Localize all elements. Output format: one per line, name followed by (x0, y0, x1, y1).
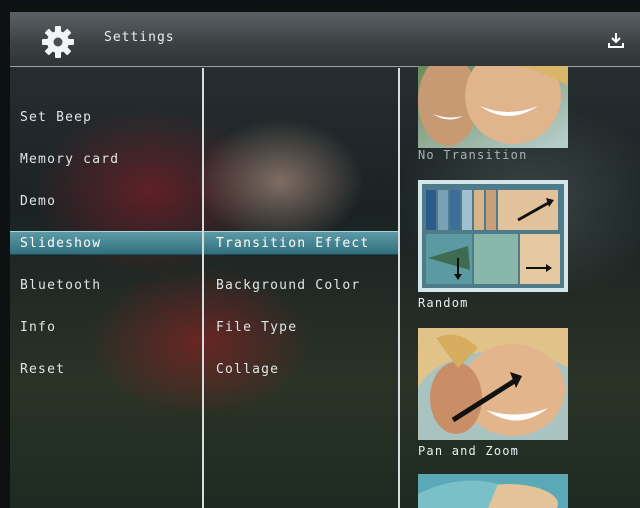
menu-item-set-beep[interactable]: Set Beep (10, 106, 202, 130)
submenu-item-file-type[interactable]: File Type (204, 316, 398, 340)
header-bar: Settings (10, 12, 640, 67)
menu-item-info[interactable]: Info (10, 316, 202, 340)
gear-icon (42, 26, 74, 58)
menu-item-bluetooth[interactable]: Bluetooth (10, 274, 202, 298)
frame-screen: Settings Set Beep Memory card Demo Slide… (10, 12, 640, 508)
thumbnail-no-transition[interactable] (418, 66, 568, 148)
menu-item-demo[interactable]: Demo (10, 190, 202, 214)
thumbnail-next[interactable] (418, 474, 568, 508)
menu-item-reset[interactable]: Reset (10, 358, 202, 382)
thumbnail-pan-and-zoom[interactable] (418, 328, 568, 440)
thumbnail-random[interactable] (418, 180, 568, 292)
submenu-item-transition-effect[interactable]: Transition Effect (204, 231, 398, 255)
submenu-item-background-color[interactable]: Background Color (204, 274, 398, 298)
transition-label-random: Random (418, 296, 469, 310)
transition-label-pan-and-zoom: Pan and Zoom (418, 444, 520, 458)
transition-label-no-transition: No Transition (418, 148, 528, 162)
column-divider (398, 68, 400, 508)
submenu-item-collage[interactable]: Collage (204, 358, 398, 382)
download-icon[interactable] (606, 30, 626, 50)
menu-item-memory-card[interactable]: Memory card (10, 148, 202, 172)
menu-item-slideshow[interactable]: Slideshow (10, 231, 202, 255)
page-title: Settings (104, 30, 175, 45)
